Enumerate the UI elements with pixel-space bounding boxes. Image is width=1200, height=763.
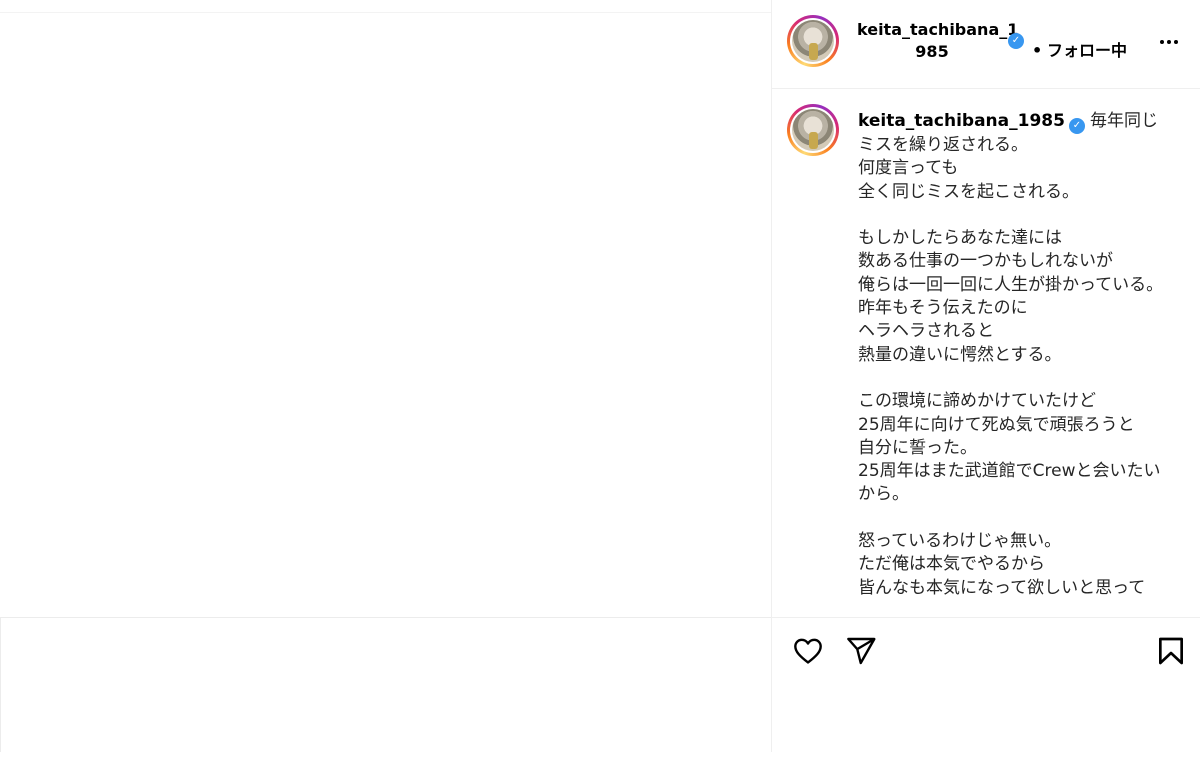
media-left-divider [0,617,1,752]
instagram-post-page: keita_tachibana_1 985 ✓ • フォロー中 keita_ta… [0,0,1200,763]
header-username[interactable]: keita_tachibana_1 985 [857,19,1018,63]
heart-icon[interactable] [792,635,824,667]
avatar-image [792,109,834,151]
media-bottom-divider [0,617,771,618]
caption-author-avatar[interactable] [787,104,839,156]
header-separator: • [1032,41,1043,60]
post-header: keita_tachibana_1 985 ✓ • フォロー中 [772,0,1200,89]
paper-plane-icon[interactable] [845,635,877,667]
post-media-area[interactable] [0,12,771,752]
caption-scroll-area[interactable]: keita_tachibana_1985 ✓ 毎年同じミスを繰り返される。 何度言っ… [772,90,1200,617]
caption-author-name[interactable]: keita_tachibana_1985 [858,111,1065,131]
author-avatar[interactable] [787,15,839,67]
caption-body: 毎年同じミスを繰り返される。 何度言っても 全く同じミスを起こされる。 もしかし… [858,111,1164,598]
header-username-line2[interactable]: 985 [857,41,1007,63]
actions-divider [772,617,1200,618]
more-options-icon[interactable] [1157,30,1181,54]
header-username-line1[interactable]: keita_tachibana_1 [857,19,1018,41]
verified-badge-icon: ✓ [1008,33,1024,49]
caption-text: keita_tachibana_1985 ✓ 毎年同じミスを繰り返される。 何度言っ… [858,110,1173,600]
bookmark-icon[interactable] [1155,635,1187,667]
verified-badge-icon: ✓ [1068,118,1085,134]
post-side-panel: keita_tachibana_1 985 ✓ • フォロー中 keita_ta… [771,0,1200,752]
avatar-image [792,20,834,62]
following-button[interactable]: フォロー中 [1047,40,1127,62]
